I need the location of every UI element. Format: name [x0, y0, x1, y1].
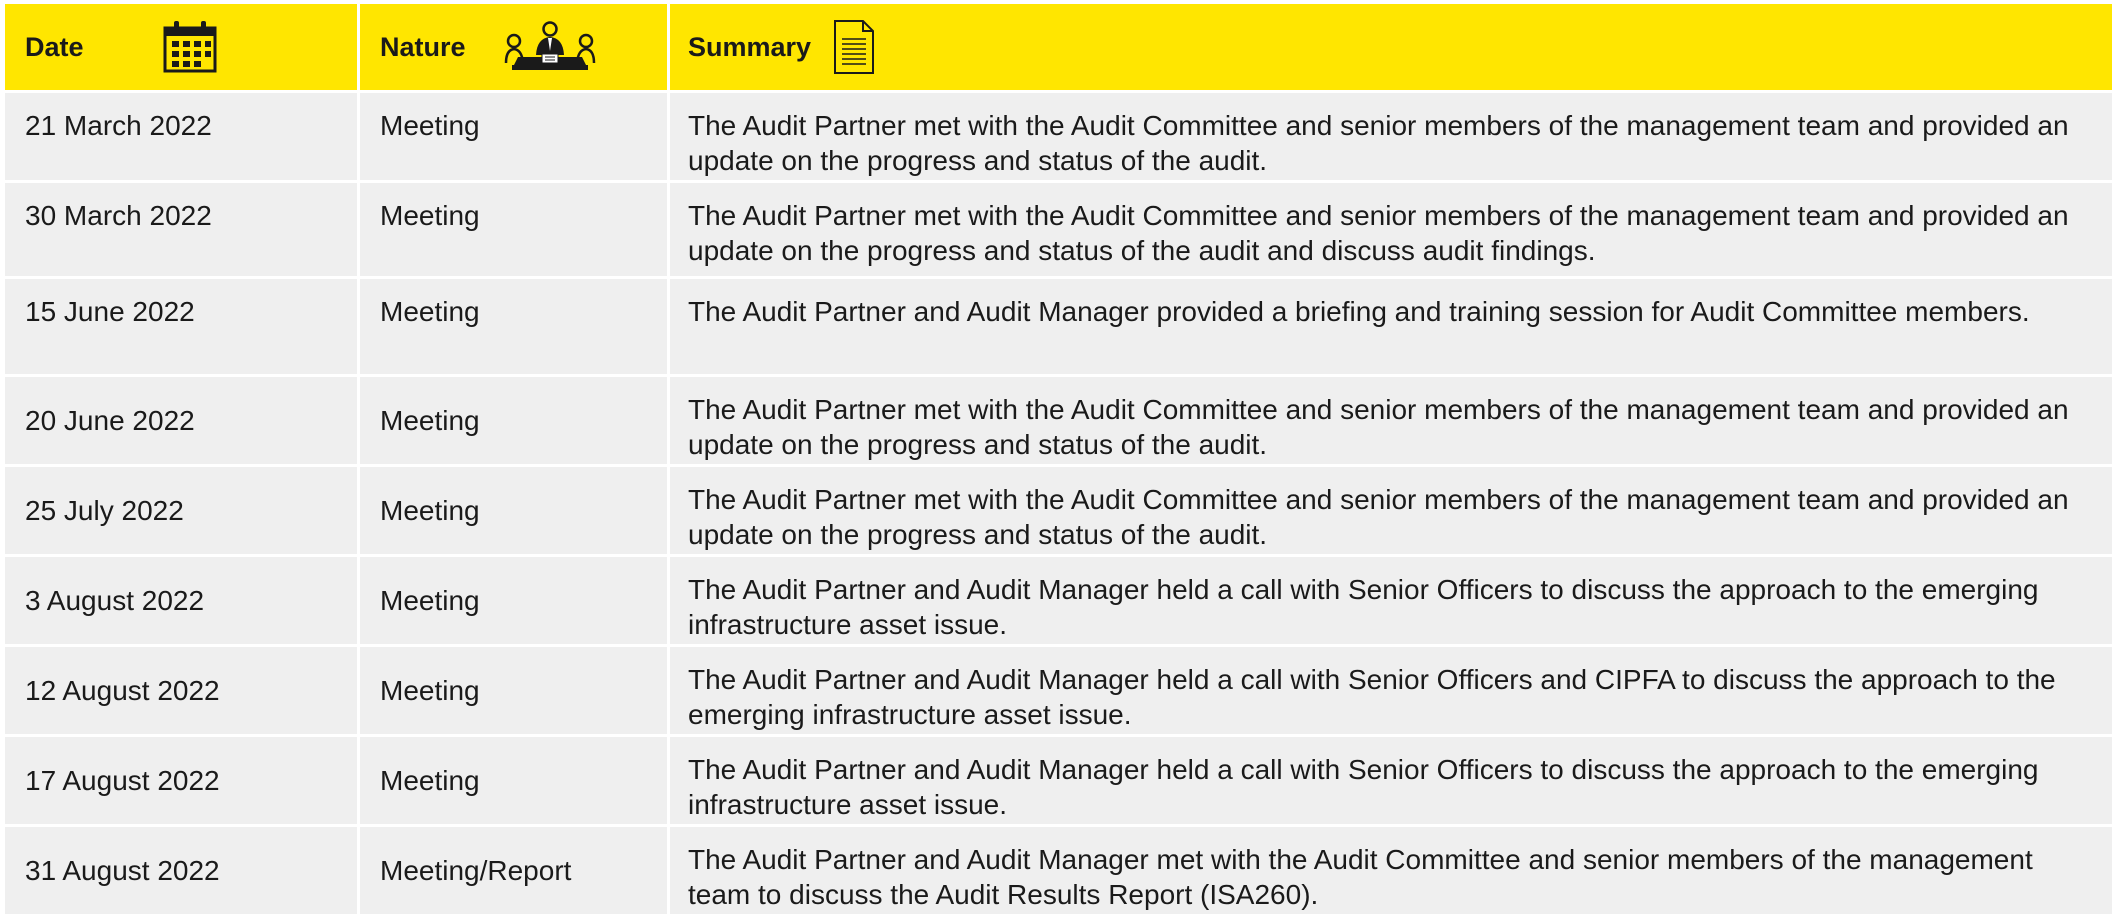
- header-label-date: Date: [25, 31, 84, 62]
- cell-date: 20 June 2022: [5, 377, 360, 464]
- cell-date: 15 June 2022: [5, 279, 360, 374]
- meeting-icon: [504, 21, 596, 73]
- cell-summary: The Audit Partner met with the Audit Com…: [688, 200, 2069, 266]
- cell-summary: The Audit Partner and Audit Manager held…: [688, 664, 2056, 730]
- table-row: 17 August 2022 Meeting The Audit Partner…: [5, 734, 2112, 824]
- cell-summary: The Audit Partner met with the Audit Com…: [688, 110, 2069, 176]
- header-label-nature: Nature: [380, 31, 466, 62]
- cell-nature: Meeting: [360, 737, 670, 824]
- table-row: 30 March 2022 Meeting The Audit Partner …: [5, 180, 2112, 276]
- cell-nature: Meeting: [360, 647, 670, 734]
- cell-date: 3 August 2022: [5, 557, 360, 644]
- cell-date: 17 August 2022: [5, 737, 360, 824]
- table-row: 25 July 2022 Meeting The Audit Partner m…: [5, 464, 2112, 554]
- meetings-table: Date Nature Summary 21 March 2022 Meetin…: [5, 4, 2112, 914]
- header-cell-nature: Nature: [360, 4, 670, 90]
- cell-summary: The Audit Partner met with the Audit Com…: [688, 484, 2069, 550]
- cell-nature: Meeting: [360, 467, 670, 554]
- table-row: 15 June 2022 Meeting The Audit Partner a…: [5, 276, 2112, 374]
- cell-nature: Meeting: [360, 93, 670, 180]
- cell-date: 12 August 2022: [5, 647, 360, 734]
- cell-date: 25 July 2022: [5, 467, 360, 554]
- document-icon: [833, 19, 875, 75]
- header-cell-summary: Summary: [670, 4, 2112, 90]
- cell-nature: Meeting: [360, 557, 670, 644]
- cell-nature: Meeting/Report: [360, 827, 670, 914]
- cell-summary: The Audit Partner and Audit Manager held…: [688, 574, 2039, 640]
- cell-summary: The Audit Partner and Audit Manager held…: [688, 754, 2039, 820]
- cell-nature: Meeting: [360, 377, 670, 464]
- cell-date: 30 March 2022: [5, 183, 360, 276]
- cell-summary: The Audit Partner and Audit Manager met …: [688, 844, 2033, 910]
- table-row: 20 June 2022 Meeting The Audit Partner m…: [5, 374, 2112, 464]
- header-label-summary: Summary: [688, 31, 812, 62]
- table-row: 12 August 2022 Meeting The Audit Partner…: [5, 644, 2112, 734]
- cell-nature: Meeting: [360, 279, 670, 374]
- table-row: 31 August 2022 Meeting/Report The Audit …: [5, 824, 2112, 914]
- table-row: 21 March 2022 Meeting The Audit Partner …: [5, 90, 2112, 180]
- table-row: 3 August 2022 Meeting The Audit Partner …: [5, 554, 2112, 644]
- calendar-icon: [162, 20, 218, 74]
- cell-nature: Meeting: [360, 183, 670, 276]
- cell-date: 31 August 2022: [5, 827, 360, 914]
- table-header-row: Date Nature Summary: [5, 4, 2112, 90]
- cell-date: 21 March 2022: [5, 93, 360, 180]
- header-cell-date: Date: [5, 4, 360, 90]
- cell-summary: The Audit Partner met with the Audit Com…: [688, 394, 2069, 460]
- cell-summary: The Audit Partner and Audit Manager prov…: [688, 296, 2030, 327]
